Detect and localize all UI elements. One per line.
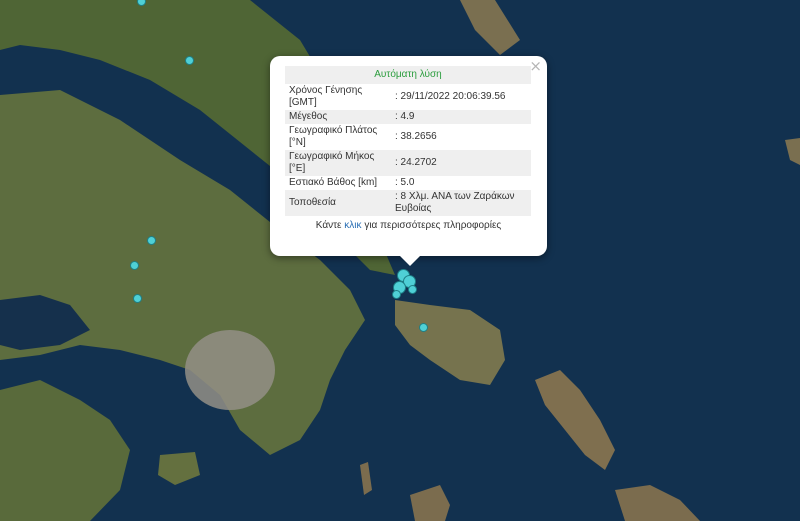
latitude-label: Γεωγραφικό Πλάτος [°N] <box>289 125 378 148</box>
earthquake-marker[interactable] <box>133 294 142 303</box>
earthquake-marker[interactable] <box>185 56 194 65</box>
origin-time-label: Χρόνος Γένησης [GMT] <box>289 85 363 108</box>
urban-athens <box>185 330 275 410</box>
longitude-value: : 24.2702 <box>393 150 531 176</box>
earthquake-marker[interactable] <box>392 290 401 299</box>
magnitude-label: Μέγεθος <box>285 110 393 124</box>
latitude-value: : 38.2656 <box>395 131 437 142</box>
event-info-popup: × Αυτόματη λύση Χρόνος Γένησης [GMT] : 29… <box>270 56 547 266</box>
more-info-line: Κάντε κλικ για περισσότερες πληροφορίες <box>285 220 532 231</box>
longitude-label: Γεωγραφικό Μήκος [°E] <box>285 150 393 176</box>
more-info-suffix: για περισσότερες πληροφορίες <box>364 220 502 231</box>
depth-label: Εστιακό Βάθος [km] <box>289 177 378 188</box>
event-details-table: Αυτόματη λύση Χρόνος Γένησης [GMT] : 29/1… <box>285 66 531 216</box>
earthquake-marker[interactable] <box>408 285 417 294</box>
earthquake-marker[interactable] <box>130 261 139 270</box>
earthquake-marker[interactable] <box>419 323 428 332</box>
more-info-link[interactable]: κλικ <box>344 220 361 231</box>
earthquake-marker[interactable] <box>147 236 156 245</box>
origin-time-value: : 29/11/2022 20:06:39.56 <box>395 91 506 102</box>
location-label: Τοποθεσία <box>285 190 393 216</box>
location-value: : 8 Χλμ. ΑΝΑ των Ζαράκων Ευβοίας <box>393 190 531 216</box>
depth-value: : 5.0 <box>395 177 415 188</box>
popup-header: Αυτόματη λύση <box>285 66 531 84</box>
more-info-prefix: Κάντε <box>315 220 342 231</box>
magnitude-value: : 4.9 <box>393 110 531 124</box>
close-icon[interactable]: × <box>529 58 542 74</box>
